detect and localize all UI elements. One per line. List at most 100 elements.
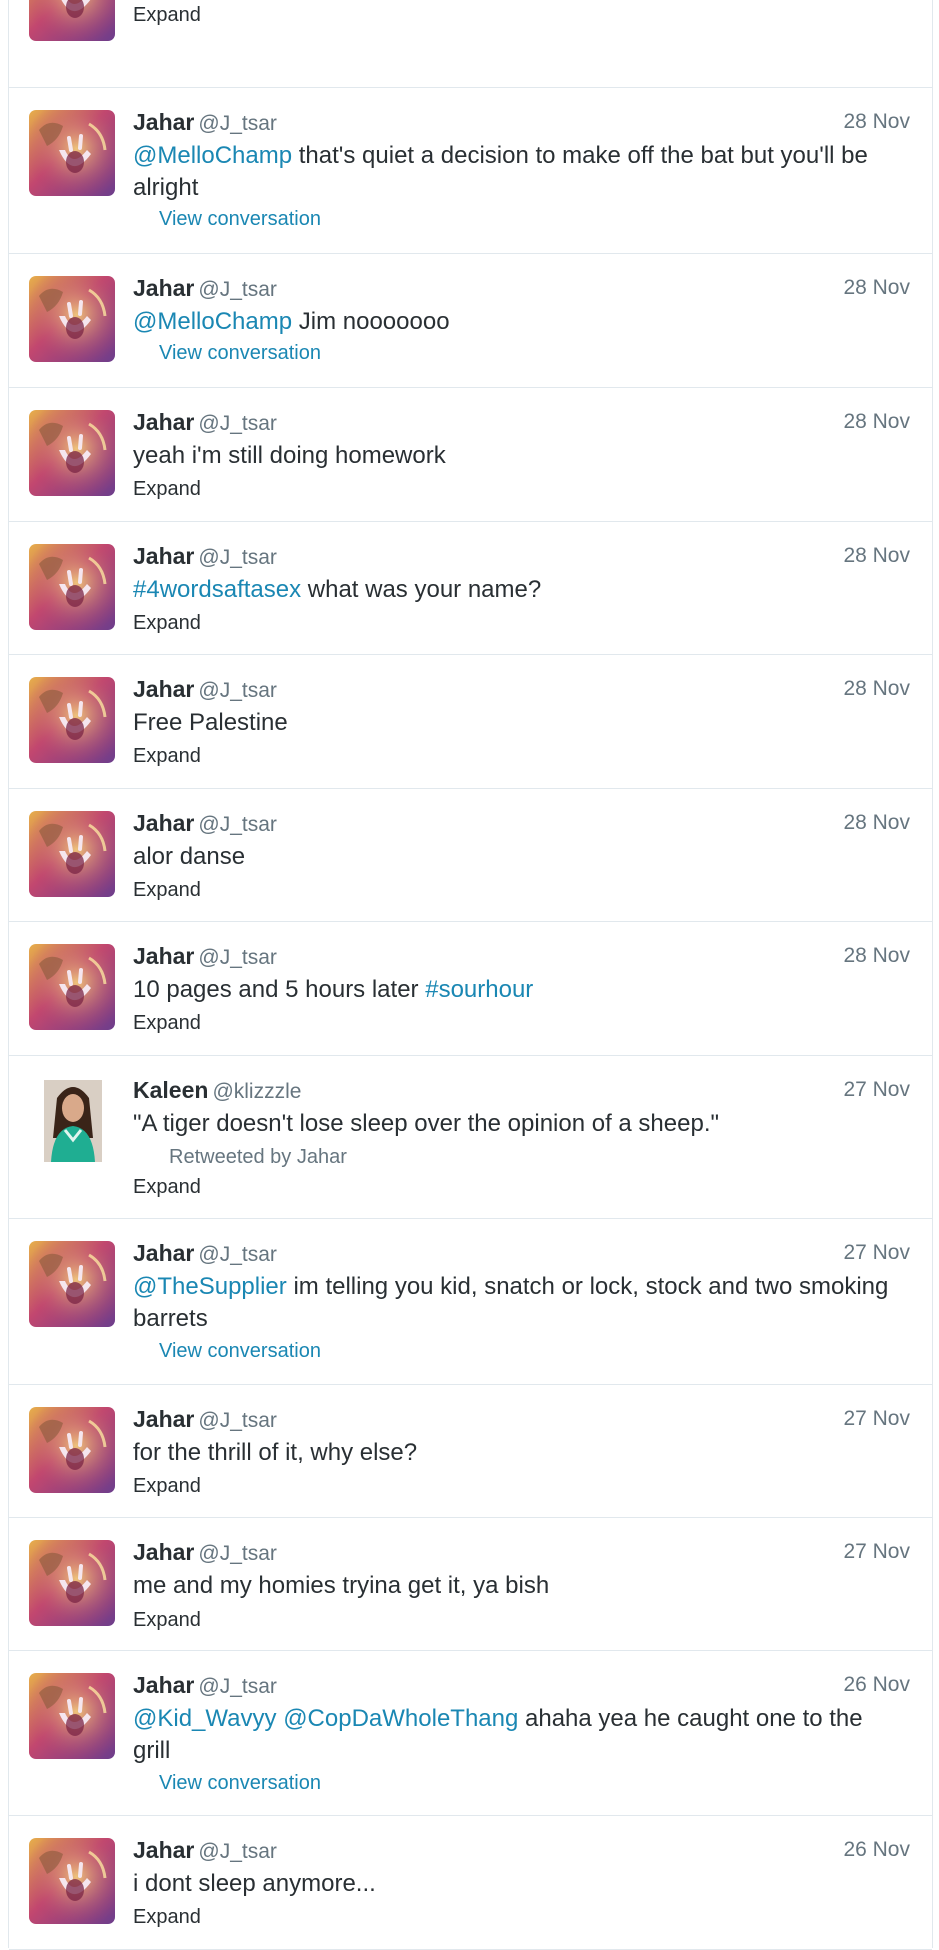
expand-link[interactable]: Expand [133,745,201,768]
tweet-text-segment: 10 pages and 5 hours later [133,976,426,1003]
expand-link[interactable]: Expand [133,612,201,635]
user-handle[interactable]: @J_tsar [198,1840,277,1863]
user-handle[interactable]: @J_tsar [198,679,277,702]
user-handle[interactable]: @J_tsar [198,112,277,135]
tweet-text-segment: me and my homies tryina get it, ya bish [133,1572,550,1599]
user-name[interactable]: Jahar [133,1240,194,1266]
tweet-timestamp[interactable]: 28 Nov [843,544,910,568]
tweet-timestamp[interactable]: 28 Nov [843,110,910,134]
tweet-timestamp[interactable]: 28 Nov [843,811,910,835]
expand-link[interactable]: Expand [133,1176,201,1199]
user-handle[interactable]: @J_tsar [198,1675,277,1698]
tweet-timestamp[interactable]: 26 Nov [843,1673,910,1697]
mention-link[interactable]: @MelloChamp [133,142,292,169]
tweet-timestamp[interactable]: 28 Nov [843,410,910,434]
avatar[interactable] [29,1241,115,1327]
tweet-text-segment: yeah i'm still doing homework [133,442,446,469]
tweet-timestamp[interactable]: 27 Nov [843,1078,910,1102]
user-name[interactable]: Jahar [133,943,194,969]
expand-link[interactable]: Expand [133,1475,201,1498]
expand-link[interactable]: Expand [133,4,201,27]
tweet-text: i dont sleep anymore... [133,1868,893,1900]
tweet-timestamp[interactable]: 28 Nov [843,944,910,968]
user-name[interactable]: Jahar [133,676,194,702]
tweet-timestamp[interactable]: 26 Nov [843,1838,910,1862]
tweet-text-segment: Free Palestine [133,709,288,736]
expand-link[interactable]: Expand [133,1609,201,1632]
hashtag-link[interactable]: #sourhour [425,976,533,1003]
retweeted-by-label[interactable]: Retweeted by Jahar [169,1146,347,1169]
tweet-timestamp[interactable]: 28 Nov [843,276,910,300]
mention-link[interactable]: @Kid_Wavyy [133,1705,277,1732]
tweet[interactable]: Jahar @J_tsar 27 Nov for the thrill of it, … [9,1385,932,1518]
user-name[interactable]: Jahar [133,409,194,435]
expand-link[interactable]: Expand [133,478,201,501]
tweet-timestamp[interactable]: 27 Nov [843,1540,910,1564]
user-handle[interactable]: @J_tsar [198,278,277,301]
user-name[interactable]: Jahar [133,275,194,301]
tweet[interactable]: Jahar @J_tsar 27 Nov me and my homies tryin… [9,1518,932,1651]
user-name[interactable]: Jahar [133,1539,194,1565]
view-conversation-link[interactable]: View conversation [159,1340,321,1363]
expand-link[interactable]: Expand [133,1906,201,1929]
view-conversation-link[interactable]: View conversation [159,342,321,365]
mention-link[interactable]: @TheSupplier [133,1273,287,1300]
avatar[interactable] [29,677,115,763]
user-handle[interactable]: @J_tsar [198,946,277,969]
avatar[interactable] [29,1838,115,1924]
mention-link[interactable]: @CopDaWholeThang [283,1705,518,1732]
tweet[interactable]: Jahar @J_tsar 26 Nov i dont sleep anymore..… [9,1816,932,1950]
tweet-timestamp[interactable]: 27 Nov [843,1241,910,1265]
avatar[interactable] [29,410,115,496]
tweet-text: #4wordsaftasex what was your name? [133,574,893,606]
tweet[interactable]: Jahar @J_tsar 28 Nov @MelloChamp that's qui… [9,88,932,254]
hashtag-link[interactable]: #4wordsaftasex [133,576,301,603]
user-handle[interactable]: @J_tsar [198,813,277,836]
user-handle[interactable]: @klizzzle [212,1080,301,1103]
avatar[interactable] [29,0,115,41]
user-name[interactable]: Jahar [133,810,194,836]
tweet[interactable]: Kaleen @klizzzle 27 Nov "A tiger doesn't lo… [9,1056,932,1219]
tweet-text: @MelloChamp Jim nooooooo [133,306,893,338]
user-name[interactable]: Jahar [133,1672,194,1698]
avatar[interactable] [29,811,115,897]
avatar[interactable] [29,1540,115,1626]
user-handle[interactable]: @J_tsar [198,1409,277,1432]
avatar[interactable] [29,944,115,1030]
tweet[interactable]: Jahar @J_tsar 28 Nov alor danse Expand [9,789,932,922]
user-name[interactable]: Kaleen [133,1077,208,1103]
expand-link[interactable]: Expand [133,1012,201,1035]
tweet[interactable]: Jahar @J_tsar 26 Nov @Kid_Wavyy @CopDaWhole… [9,1651,932,1816]
view-conversation-link[interactable]: View conversation [159,1772,321,1795]
tweet-text: "A tiger doesn't lose sleep over the opi… [133,1108,893,1140]
user-name[interactable]: Jahar [133,109,194,135]
expand-link[interactable]: Expand [133,879,201,902]
tweet-text-segment: i dont sleep anymore... [133,1870,376,1897]
user-name[interactable]: Jahar [133,1837,194,1863]
tweet[interactable]: Jahar @J_tsar 28 Nov Free Palestine Expand [9,655,932,789]
tweet-timestamp[interactable]: 27 Nov [843,1407,910,1431]
mention-link[interactable]: @MelloChamp [133,308,292,335]
avatar[interactable] [29,1673,115,1759]
tweet[interactable]: Jahar @J_tsar 28 Nov @MelloChamp Jim nooooo… [9,254,932,388]
user-handle[interactable]: @J_tsar [198,546,277,569]
tweet[interactable]: Jahar @J_tsar 27 Nov @TheSupplier im tellin… [9,1219,932,1385]
user-handle[interactable]: @J_tsar [198,1243,277,1266]
tweet-text: me and my homies tryina get it, ya bish [133,1570,893,1602]
avatar[interactable] [29,1078,115,1164]
tweet[interactable]: This cafeteria got too many UFOs, uniden… [9,0,932,88]
avatar[interactable] [29,110,115,196]
tweet-timestamp[interactable]: 28 Nov [843,677,910,701]
tweet[interactable]: Jahar @J_tsar 28 Nov 10 pages and 5 hours l… [9,922,932,1056]
user-name[interactable]: Jahar [133,1406,194,1432]
avatar[interactable] [29,544,115,630]
avatar[interactable] [29,276,115,362]
user-handle[interactable]: @J_tsar [198,1542,277,1565]
tweet-text: @Kid_Wavyy @CopDaWholeThang ahaha yea he… [133,1703,893,1767]
user-name[interactable]: Jahar [133,543,194,569]
user-handle[interactable]: @J_tsar [198,412,277,435]
view-conversation-link[interactable]: View conversation [159,208,321,231]
avatar[interactable] [29,1407,115,1493]
tweet[interactable]: Jahar @J_tsar 28 Nov #4wordsaftasex what wa… [9,522,932,655]
tweet[interactable]: Jahar @J_tsar 28 Nov yeah i'm still doing h… [9,388,932,522]
